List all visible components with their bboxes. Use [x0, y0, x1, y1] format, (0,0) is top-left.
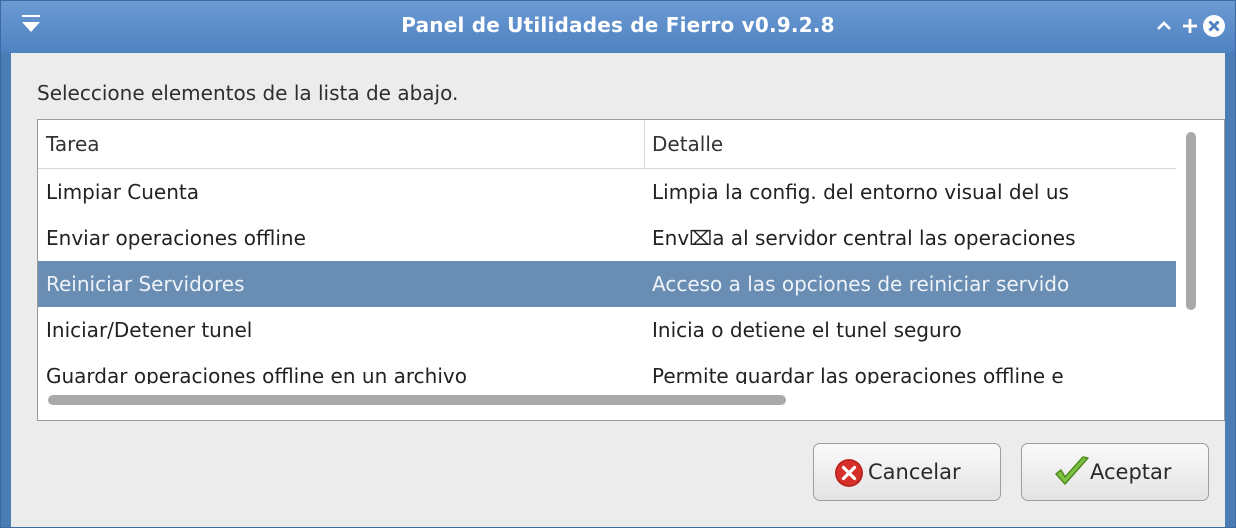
vertical-scrollbar[interactable]	[1178, 120, 1224, 420]
accept-button-label: Aceptar	[1090, 460, 1172, 484]
instructions-label: Seleccione elementos de la lista de abaj…	[37, 81, 459, 105]
accept-button[interactable]: Aceptar	[1021, 443, 1209, 501]
column-header-detail[interactable]: Detalle	[652, 120, 1172, 168]
table-row[interactable]: Iniciar/Detener tunel Inicia o detiene e…	[38, 307, 1176, 353]
row-task: Reiniciar Servidores	[46, 272, 245, 296]
cancel-button[interactable]: Cancelar	[813, 443, 1001, 501]
dialog-content: Seleccione elementos de la lista de abaj…	[11, 53, 1225, 527]
checkmark-icon	[1055, 456, 1089, 485]
row-detail: Acceso a las opciones de reiniciar servi…	[652, 272, 1070, 296]
vertical-scroll-thumb[interactable]	[1186, 132, 1196, 310]
maximize-icon[interactable]	[1151, 13, 1177, 39]
column-header-task[interactable]: Tarea	[46, 120, 640, 168]
column-divider[interactable]	[644, 120, 645, 168]
cancel-button-label: Cancelar	[868, 460, 961, 484]
cancel-icon	[835, 459, 863, 487]
row-detail: Env⌧a al servidor central las operacione…	[652, 226, 1076, 250]
close-icon[interactable]	[1201, 13, 1227, 39]
list-header: Tarea Detalle	[38, 120, 1176, 169]
row-task: Limpiar Cuenta	[46, 180, 199, 204]
dialog-window: Panel de Utilidades de Fierro v0.9.2.8 S…	[0, 0, 1236, 528]
row-task: Iniciar/Detener tunel	[46, 318, 253, 342]
row-detail: Limpia la config. del entorno visual del…	[652, 180, 1069, 204]
title-bar[interactable]: Panel de Utilidades de Fierro v0.9.2.8	[1, 1, 1235, 53]
task-list[interactable]: Tarea Detalle Limpiar Cuenta Limpia la c…	[37, 119, 1225, 421]
horizontal-scroll-thumb[interactable]	[48, 395, 786, 405]
row-task: Enviar operaciones offline	[46, 226, 306, 250]
table-row[interactable]: Enviar operaciones offline Env⌧a al serv…	[38, 215, 1176, 261]
window-title: Panel de Utilidades de Fierro v0.9.2.8	[401, 13, 835, 37]
table-row[interactable]: Limpiar Cuenta Limpia la config. del ent…	[38, 169, 1176, 215]
table-row-selected[interactable]: Reiniciar Servidores Acceso a las opcion…	[38, 261, 1176, 307]
plus-icon[interactable]	[1177, 13, 1203, 39]
horizontal-scrollbar[interactable]	[38, 384, 1178, 420]
row-detail: Inicia o detiene el tunel seguro	[652, 318, 962, 342]
